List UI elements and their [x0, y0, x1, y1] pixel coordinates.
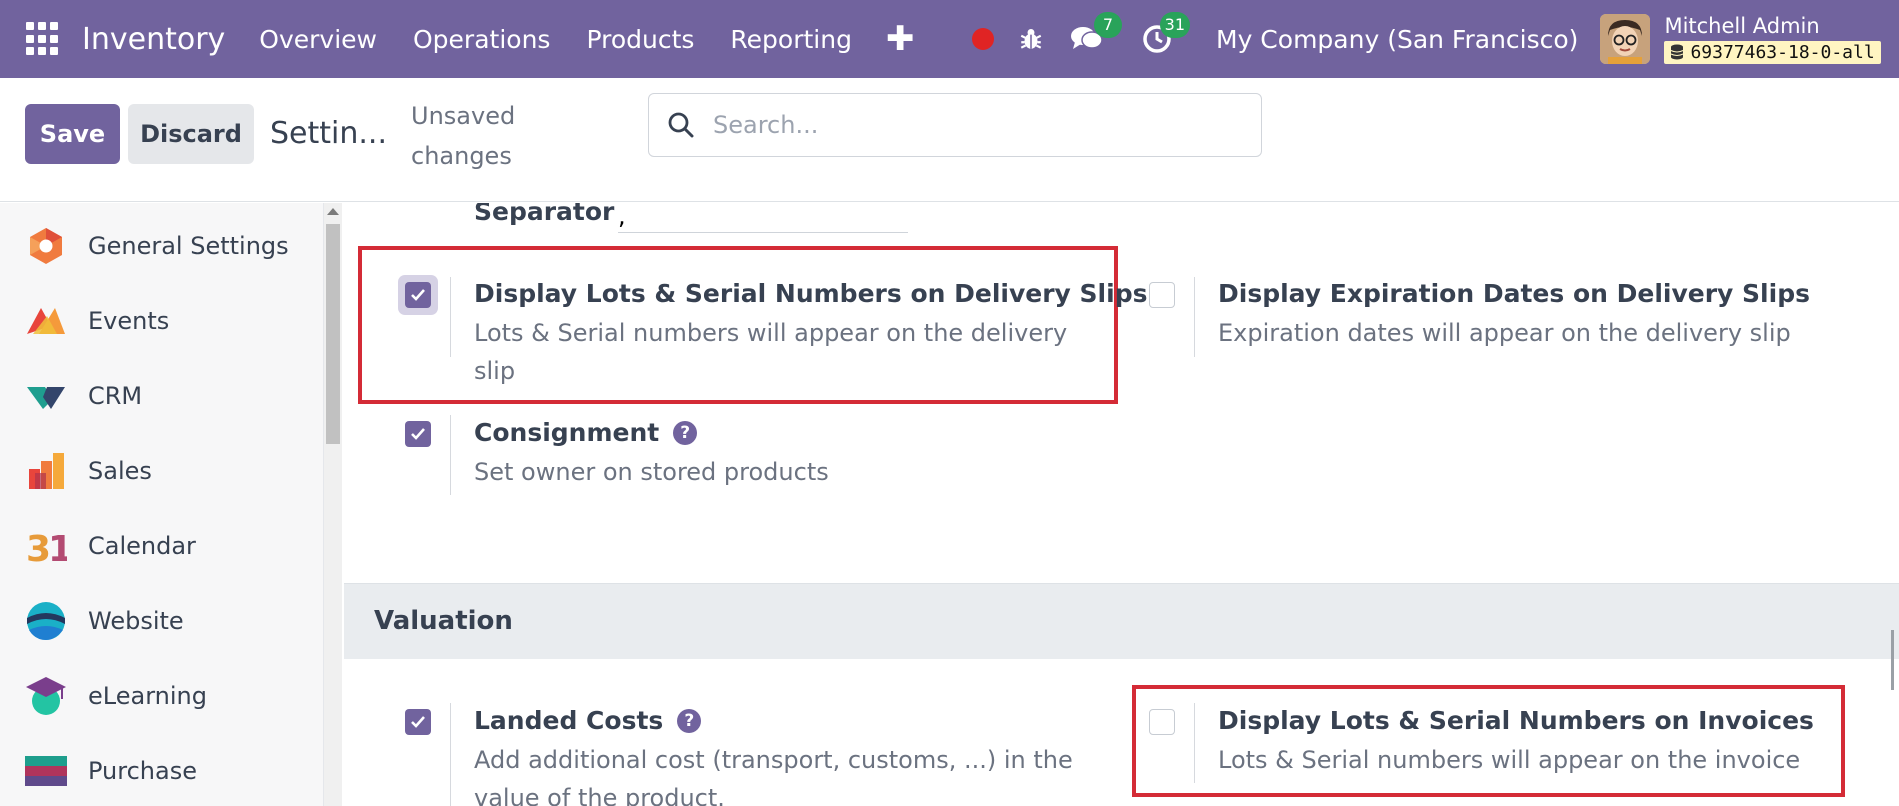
sidebar-item-label: Calendar	[88, 531, 196, 560]
valuation-heading: Valuation	[374, 606, 513, 636]
consignment-checkbox[interactable]	[405, 421, 431, 447]
sidebar-scrollbar-thumb[interactable]	[326, 224, 340, 444]
lots-delivery-checkbox[interactable]	[405, 282, 431, 308]
consignment-description: Set owner on stored products	[474, 458, 829, 486]
menu-reporting[interactable]: Reporting	[712, 25, 870, 54]
divider	[1194, 277, 1195, 357]
page-scrollbar-thumb[interactable]	[1891, 630, 1894, 690]
activity-clock-icon[interactable]: 31	[1142, 12, 1190, 54]
scroll-up-arrow-icon[interactable]	[327, 208, 339, 215]
settings-content: Separator Display Lots & Serial Numbers …	[344, 203, 1899, 806]
sidebar-item-website[interactable]: Website	[0, 583, 324, 658]
landed-costs-description: Add additional cost (transport, customs,…	[474, 746, 1073, 806]
separator-input[interactable]	[618, 203, 908, 233]
sidebar-item-label: CRM	[88, 381, 143, 410]
expiration-delivery-title: Display Expiration Dates on Delivery Sli…	[1218, 279, 1810, 308]
help-icon[interactable]: ?	[677, 708, 702, 733]
bug-icon[interactable]	[1018, 26, 1044, 52]
menu-operations[interactable]: Operations	[395, 25, 568, 54]
unsaved-changes-indicator: Unsaved changes	[411, 102, 516, 170]
divider	[450, 277, 451, 357]
top-navbar: Inventory Overview Operations Products R…	[0, 0, 1899, 78]
separator-label: Separator	[474, 203, 615, 226]
app-brand[interactable]: Inventory	[82, 22, 225, 57]
sidebar-item-general-settings[interactable]: General Settings	[0, 208, 324, 283]
activities-badge: 31	[1159, 12, 1190, 38]
lots-delivery-title: Display Lots & Serial Numbers on Deliver…	[474, 279, 1148, 308]
landed-costs-title-row: Landed Costs ?	[474, 706, 702, 735]
user-menu[interactable]: Mitchell Admin 69377463-18-0-all	[1664, 13, 1881, 64]
search-icon	[668, 112, 694, 138]
sidebar-item-label: eLearning	[88, 681, 207, 710]
systray: 7 31 My Company (San Francisco) Mitchell…	[960, 0, 1881, 78]
purchase-icon	[24, 749, 68, 793]
sidebar-item-events[interactable]: Events	[0, 283, 324, 358]
sales-icon	[24, 449, 68, 493]
company-switcher[interactable]: My Company (San Francisco)	[1216, 25, 1578, 54]
sidebar-item-crm[interactable]: CRM	[0, 358, 324, 433]
messages-icon[interactable]: 7	[1070, 12, 1122, 54]
sidebar-item-elearning[interactable]: eLearning	[0, 658, 324, 733]
sidebar-item-sales[interactable]: Sales	[0, 433, 324, 508]
expiration-delivery-description: Expiration dates will appear on the deli…	[1218, 319, 1791, 347]
valuation-section-header: Valuation	[344, 583, 1899, 659]
elearning-icon	[24, 674, 68, 718]
database-name: 69377463-18-0-all	[1690, 41, 1875, 63]
control-panel: Save Discard Settin... Unsaved changes	[0, 78, 1899, 202]
calendar-icon: 31	[24, 524, 68, 568]
database-badge: 69377463-18-0-all	[1664, 40, 1881, 64]
sidebar-item-purchase[interactable]: Purchase	[0, 733, 324, 806]
landed-costs-title: Landed Costs	[474, 706, 664, 735]
user-name: Mitchell Admin	[1664, 13, 1820, 38]
settings-sidebar: General Settings Events CRM Sales 31 Cal…	[0, 203, 324, 806]
lots-invoices-checkbox[interactable]	[1149, 709, 1175, 735]
user-avatar[interactable]	[1600, 14, 1651, 64]
consignment-title: Consignment	[474, 418, 660, 447]
menu-products[interactable]: Products	[568, 25, 712, 54]
expiration-delivery-checkbox[interactable]	[1149, 282, 1175, 308]
crm-icon	[24, 374, 68, 418]
events-icon	[24, 299, 68, 343]
messages-badge: 7	[1094, 12, 1122, 38]
sidebar-item-label: Events	[88, 306, 170, 335]
website-icon	[24, 599, 68, 643]
landed-costs-checkbox[interactable]	[405, 709, 431, 735]
database-icon	[1671, 44, 1684, 60]
sidebar-item-calendar[interactable]: 31 Calendar	[0, 508, 324, 583]
help-icon[interactable]: ?	[673, 420, 698, 445]
sidebar-item-label: Sales	[88, 456, 152, 485]
discard-button[interactable]: Discard	[128, 104, 254, 164]
lots-delivery-description: Lots & Serial numbers will appear on the…	[474, 319, 1068, 385]
consignment-title-row: Consignment ?	[474, 418, 698, 447]
page-title: Settin...	[270, 116, 387, 151]
divider	[450, 703, 451, 806]
search-box[interactable]	[648, 93, 1262, 157]
lots-invoices-description: Lots & Serial numbers will appear on the…	[1218, 746, 1801, 774]
plus-icon[interactable]: ✚	[870, 22, 931, 56]
menu-overview[interactable]: Overview	[241, 25, 395, 54]
svg-text:1: 1	[48, 529, 67, 566]
sidebar-item-label: Purchase	[88, 756, 197, 785]
sidebar-item-label: Website	[88, 606, 184, 635]
divider	[450, 415, 451, 495]
main-menu: Overview Operations Products Reporting ✚	[241, 22, 930, 56]
search-input[interactable]	[713, 111, 1233, 139]
general-settings-icon	[24, 224, 68, 268]
sidebar-item-label: General Settings	[88, 231, 289, 260]
record-icon[interactable]	[972, 28, 994, 50]
lots-invoices-title: Display Lots & Serial Numbers on Invoice…	[1218, 706, 1814, 735]
apps-menu-icon[interactable]	[26, 22, 60, 56]
divider	[1194, 703, 1195, 783]
save-button[interactable]: Save	[25, 104, 120, 164]
